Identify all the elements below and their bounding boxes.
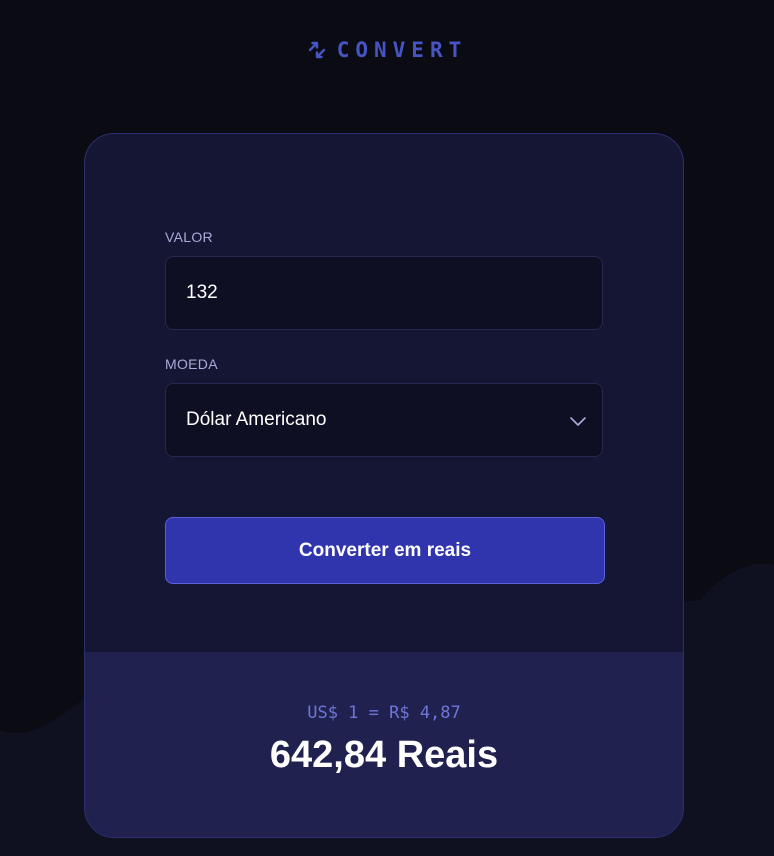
moeda-label: MOEDA [165, 356, 218, 372]
brand-name: CONVERT [336, 38, 468, 62]
exchange-rate: US$ 1 = R$ 4,87 [307, 703, 461, 723]
converter-form: VALOR MOEDA Dólar Americano Converter em… [165, 229, 605, 584]
valor-field: VALOR [165, 229, 603, 330]
moeda-select[interactable]: Dólar Americano [165, 383, 603, 457]
convert-button[interactable]: Converter em reais [165, 517, 605, 584]
chevron-down-icon [570, 417, 586, 426]
result-panel: US$ 1 = R$ 4,87 642,84 Reais [85, 652, 683, 837]
brand-logo: CONVERT [0, 38, 774, 62]
moeda-field: MOEDA Dólar Americano [165, 356, 603, 457]
arrows-exchange-icon [308, 41, 325, 59]
converter-card: VALOR MOEDA Dólar Americano Converter em… [84, 133, 684, 838]
moeda-selected-value: Dólar Americano [186, 409, 327, 430]
valor-label: VALOR [165, 229, 213, 245]
converted-total: 642,84 Reais [269, 734, 499, 776]
valor-input[interactable] [165, 256, 603, 330]
